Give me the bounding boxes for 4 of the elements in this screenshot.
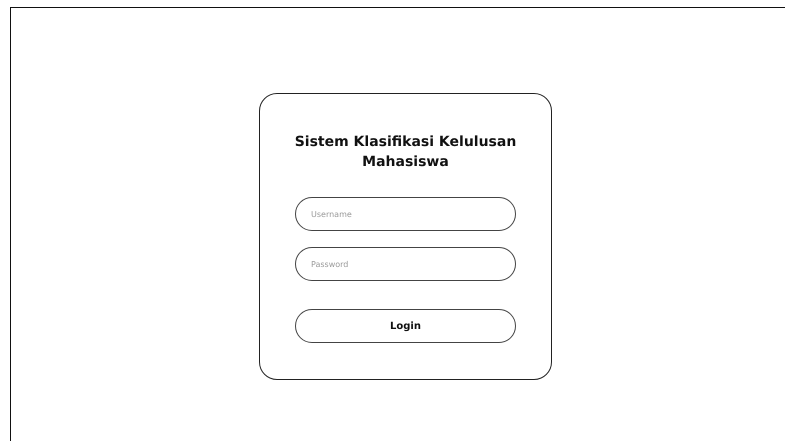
input-field[interactable]: Password	[295, 247, 516, 281]
input-field[interactable]: Username	[295, 197, 516, 231]
login-button[interactable]: Login	[295, 309, 516, 343]
card-title: Sistem Klasifikasi Kelulusan Mahasiswa	[294, 133, 518, 172]
